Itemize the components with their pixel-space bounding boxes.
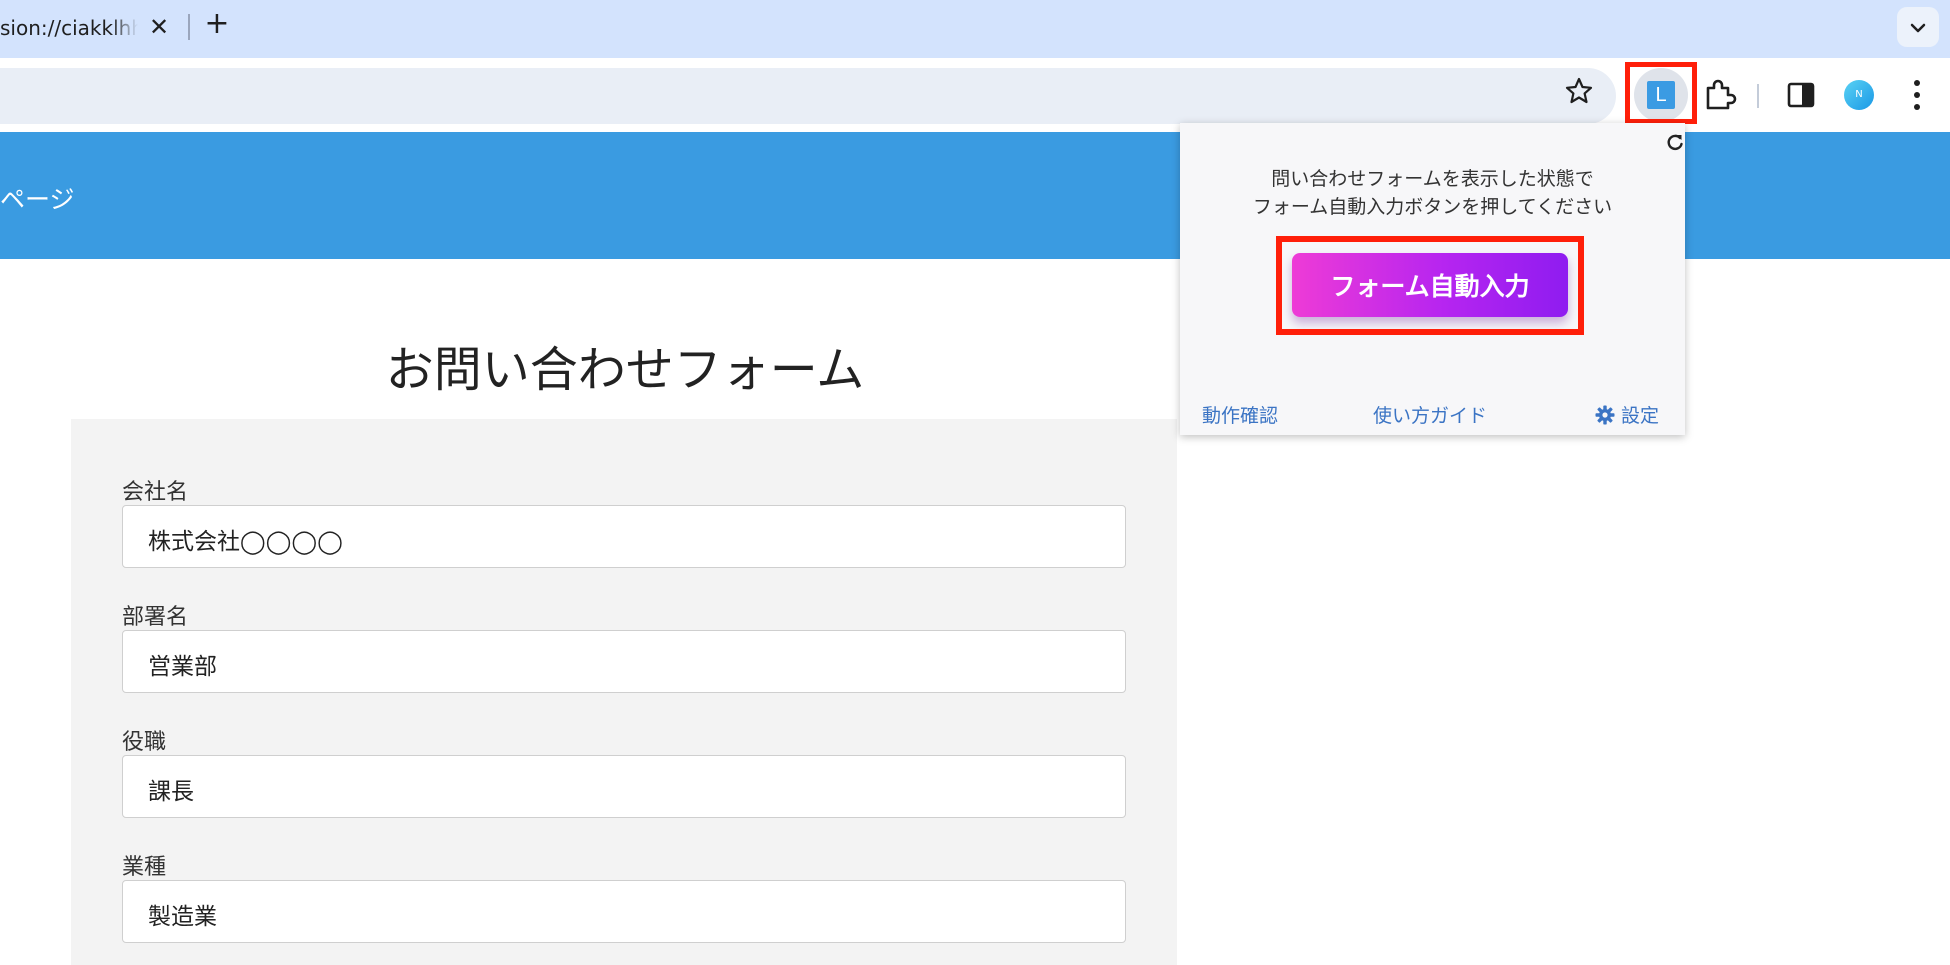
position-value: 課長 bbox=[148, 779, 194, 805]
browser-tab-strip: sion://ciakklhhlc ✕ + bbox=[0, 0, 1950, 58]
refresh-icon[interactable] bbox=[1664, 131, 1686, 153]
department-label: 部署名 bbox=[122, 605, 189, 630]
usage-guide-link[interactable]: 使い方ガイド bbox=[1373, 401, 1487, 428]
industry-input[interactable]: 製造業 bbox=[122, 880, 1126, 943]
page-header-title: ページ bbox=[0, 185, 75, 214]
settings-link[interactable]: 設定 bbox=[1595, 401, 1659, 428]
address-bar[interactable] bbox=[0, 68, 1616, 124]
position-label: 役職 bbox=[122, 730, 167, 755]
tab-title: sion://ciakklhhlc bbox=[0, 16, 138, 40]
chevron-down-icon bbox=[1910, 23, 1926, 33]
tab-separator bbox=[188, 14, 190, 40]
company-name-input[interactable]: 株式会社◯◯◯◯ bbox=[122, 505, 1126, 568]
industry-label: 業種 bbox=[122, 855, 167, 880]
company-name-label: 会社名 bbox=[122, 480, 189, 505]
extensions-puzzle-icon[interactable] bbox=[1700, 76, 1738, 114]
profile-avatar[interactable]: N bbox=[1844, 80, 1874, 110]
position-input[interactable]: 課長 bbox=[122, 755, 1126, 818]
form-title: お問い合わせフォーム bbox=[385, 342, 865, 398]
industry-value: 製造業 bbox=[148, 904, 217, 930]
more-menu-icon[interactable] bbox=[1912, 78, 1922, 112]
gear-icon bbox=[1595, 405, 1615, 425]
side-panel-icon[interactable] bbox=[1787, 82, 1815, 108]
highlight-box-autofill-button bbox=[1276, 236, 1584, 335]
toolbar-separator bbox=[1757, 84, 1759, 108]
bookmark-star-icon[interactable] bbox=[1564, 76, 1594, 106]
new-tab-button[interactable]: + bbox=[203, 9, 231, 39]
browser-tab[interactable]: sion://ciakklhhlc ✕ bbox=[0, 8, 180, 58]
department-value: 営業部 bbox=[148, 654, 217, 680]
department-input[interactable]: 営業部 bbox=[122, 630, 1126, 693]
popup-message-line-1: 問い合わせフォームを表示した状態で bbox=[1271, 168, 1594, 190]
highlight-box-extension bbox=[1625, 62, 1697, 124]
company-name-value: 株式会社◯◯◯◯ bbox=[148, 529, 343, 555]
settings-label: 設定 bbox=[1621, 405, 1660, 427]
popup-instructions: 問い合わせフォームを表示した状態で フォーム自動入力ボタンを押してください bbox=[1180, 165, 1685, 221]
tab-close-icon[interactable]: ✕ bbox=[146, 14, 172, 40]
check-operation-link[interactable]: 動作確認 bbox=[1202, 401, 1278, 428]
tab-search-button[interactable] bbox=[1897, 7, 1939, 47]
popup-message-line-2: フォーム自動入力ボタンを押してください bbox=[1252, 196, 1613, 218]
